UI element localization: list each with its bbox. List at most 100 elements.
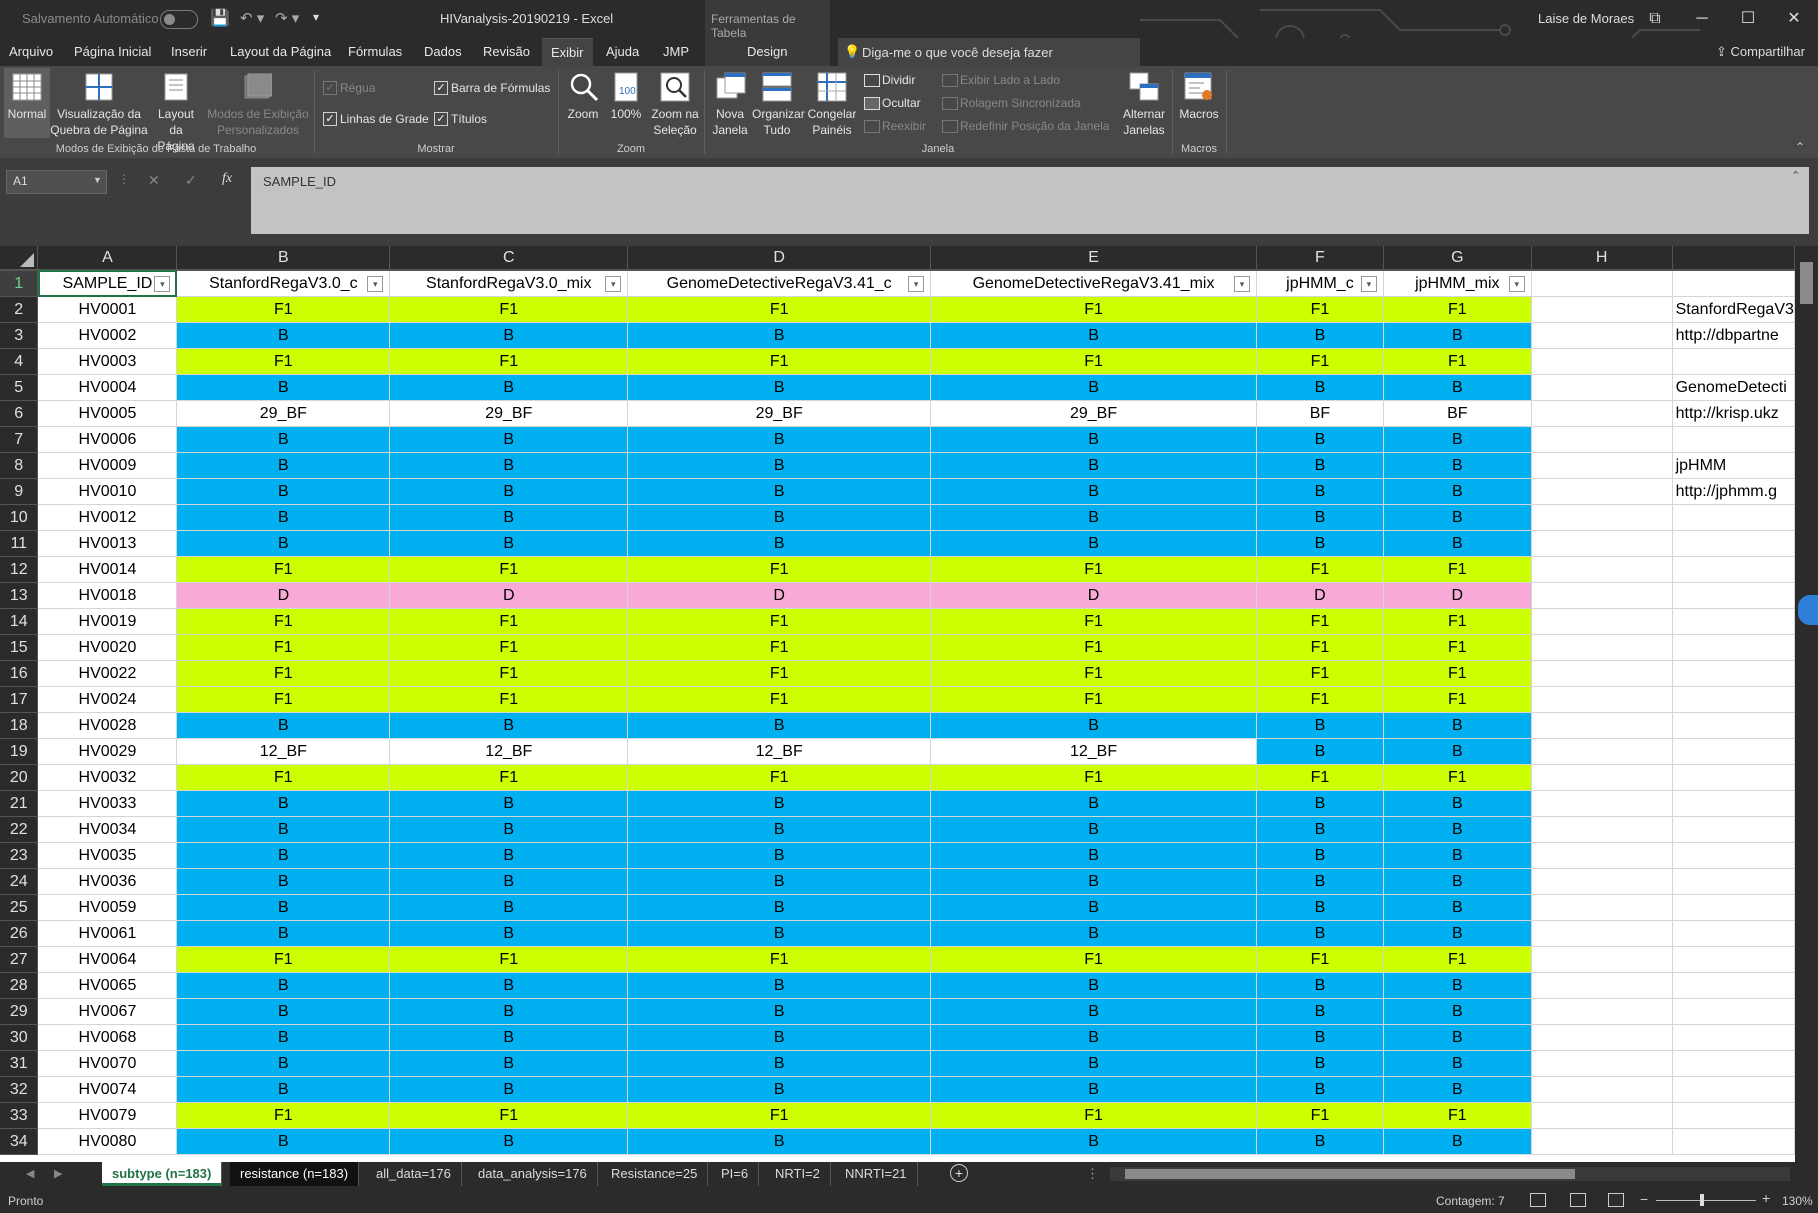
subtype-cell[interactable]: B xyxy=(176,712,391,739)
subtype-cell[interactable]: F1 xyxy=(930,348,1257,375)
sample-id-cell[interactable]: HV0079 xyxy=(37,1102,178,1129)
column-header-g[interactable]: G xyxy=(1383,246,1532,271)
save-icon[interactable]: 💾 xyxy=(210,8,230,28)
subtype-cell[interactable]: B xyxy=(627,1076,932,1103)
side-tab-handle[interactable] xyxy=(1798,595,1818,625)
subtype-cell[interactable]: 12_BF xyxy=(389,738,629,765)
subtype-cell[interactable]: F1 xyxy=(1256,634,1384,661)
macros-button[interactable]: Macros xyxy=(1176,68,1222,138)
note-cell[interactable] xyxy=(1672,1024,1795,1051)
sample-id-cell[interactable]: HV0033 xyxy=(37,790,178,817)
subtype-cell[interactable]: B xyxy=(627,790,932,817)
row-header[interactable]: 5 xyxy=(0,374,39,401)
sample-id-cell[interactable]: HV0028 xyxy=(37,712,178,739)
row-header[interactable]: 30 xyxy=(0,1024,39,1051)
subtype-cell[interactable]: B xyxy=(389,1050,629,1077)
row-header[interactable]: 14 xyxy=(0,608,39,635)
row-header[interactable]: 16 xyxy=(0,660,39,687)
zoom-out-icon[interactable]: − xyxy=(1640,1191,1648,1207)
tab-revisao[interactable]: Revisão xyxy=(483,44,530,59)
row-header[interactable]: 28 xyxy=(0,972,39,999)
sheet-tab-resistance-25[interactable]: Resistance=25 xyxy=(601,1162,709,1186)
subtype-cell[interactable]: F1 xyxy=(389,660,629,687)
subtype-cell[interactable]: F1 xyxy=(930,946,1257,973)
subtype-cell[interactable]: B xyxy=(627,530,932,557)
cell[interactable] xyxy=(1531,972,1673,999)
subtype-cell[interactable]: B xyxy=(1383,452,1532,479)
note-cell[interactable] xyxy=(1672,348,1795,375)
row-header[interactable]: 26 xyxy=(0,920,39,947)
subtype-cell[interactable]: B xyxy=(389,478,629,505)
subtype-cell[interactable]: B xyxy=(627,322,932,349)
sample-id-cell[interactable]: HV0005 xyxy=(37,400,178,427)
custom-views-button[interactable]: Modos de Exibição Personalizados xyxy=(204,68,312,138)
cell[interactable] xyxy=(1531,504,1673,531)
subtype-cell[interactable]: F1 xyxy=(1383,608,1532,635)
note-cell[interactable] xyxy=(1672,972,1795,999)
column-header-b[interactable]: B xyxy=(176,246,391,271)
header-sample-id[interactable]: SAMPLE_ID ▾ xyxy=(37,270,178,297)
subtype-cell[interactable]: F1 xyxy=(1256,608,1384,635)
cell[interactable] xyxy=(1531,738,1673,765)
subtype-cell[interactable]: 29_BF xyxy=(627,400,932,427)
subtype-cell[interactable]: F1 xyxy=(627,608,932,635)
subtype-cell[interactable]: B xyxy=(389,712,629,739)
subtype-cell[interactable]: F1 xyxy=(930,556,1257,583)
subtype-cell[interactable]: B xyxy=(1383,738,1532,765)
subtype-cell[interactable]: 29_BF xyxy=(930,400,1257,427)
subtype-cell[interactable]: B xyxy=(389,452,629,479)
note-cell[interactable] xyxy=(1672,504,1795,531)
subtype-cell[interactable]: B xyxy=(176,920,391,947)
subtype-cell[interactable]: F1 xyxy=(176,764,391,791)
subtype-cell[interactable]: B xyxy=(1383,920,1532,947)
subtype-cell[interactable]: F1 xyxy=(1256,556,1384,583)
subtype-cell[interactable]: B xyxy=(1256,790,1384,817)
subtype-cell[interactable]: B xyxy=(176,842,391,869)
filter-dropdown-icon[interactable]: ▾ xyxy=(1508,276,1525,292)
sample-id-cell[interactable]: HV0059 xyxy=(37,894,178,921)
subtype-cell[interactable]: 12_BF xyxy=(627,738,932,765)
subtype-cell[interactable]: 12_BF xyxy=(930,738,1257,765)
note-cell[interactable] xyxy=(1672,842,1795,869)
sample-id-cell[interactable]: HV0004 xyxy=(37,374,178,401)
subtype-cell[interactable]: B xyxy=(930,920,1257,947)
subtype-cell[interactable]: B xyxy=(176,374,391,401)
ribbon-display-icon[interactable]: ⧉ xyxy=(1635,6,1675,32)
subtype-cell[interactable]: B xyxy=(627,816,932,843)
subtype-cell[interactable]: B xyxy=(1256,426,1384,453)
subtype-cell[interactable]: F1 xyxy=(627,348,932,375)
cell[interactable] xyxy=(1531,530,1673,557)
row-header[interactable]: 24 xyxy=(0,868,39,895)
filter-dropdown-icon[interactable]: ▾ xyxy=(908,276,925,292)
select-all-corner[interactable] xyxy=(0,246,39,271)
subtype-cell[interactable]: F1 xyxy=(627,764,932,791)
split-button[interactable]: Dividir xyxy=(882,73,915,87)
note-cell[interactable]: http://krisp.ukz xyxy=(1672,400,1795,427)
subtype-cell[interactable]: B xyxy=(389,426,629,453)
subtype-cell[interactable]: B xyxy=(1256,894,1384,921)
subtype-cell[interactable]: B xyxy=(627,998,932,1025)
subtype-cell[interactable]: B xyxy=(1383,1050,1532,1077)
sample-id-cell[interactable]: HV0064 xyxy=(37,946,178,973)
subtype-cell[interactable]: B xyxy=(1256,1076,1384,1103)
sheet-tab-nnrti[interactable]: NNRTI=21 xyxy=(835,1162,918,1186)
column-header-d[interactable]: D xyxy=(627,246,932,271)
row-header[interactable]: 13 xyxy=(0,582,39,609)
subtype-cell[interactable]: B xyxy=(1256,1024,1384,1051)
subtype-cell[interactable]: B xyxy=(1383,842,1532,869)
tab-layout[interactable]: Layout da Página xyxy=(230,44,331,59)
note-cell[interactable] xyxy=(1672,868,1795,895)
reset-position-button[interactable]: Redefinir Posição da Janela xyxy=(960,119,1109,133)
row-header[interactable]: 23 xyxy=(0,842,39,869)
worksheet-grid[interactable]: A B C D E F G H 1 SAMPLE_ID ▾ StanfordReg… xyxy=(0,246,1795,1162)
tab-formulas[interactable]: Fórmulas xyxy=(348,44,402,59)
cell[interactable] xyxy=(1531,1024,1673,1051)
column-header-e[interactable]: E xyxy=(930,246,1257,271)
subtype-cell[interactable]: F1 xyxy=(627,660,932,687)
subtype-cell[interactable]: F1 xyxy=(930,1102,1257,1129)
sample-id-cell[interactable]: HV0003 xyxy=(37,348,178,375)
row-header[interactable]: 34 xyxy=(0,1128,39,1155)
header-genome-mix[interactable]: GenomeDetectiveRegaV3.41_mix ▾ xyxy=(930,270,1257,297)
row-header[interactable]: 12 xyxy=(0,556,39,583)
subtype-cell[interactable]: F1 xyxy=(627,946,932,973)
